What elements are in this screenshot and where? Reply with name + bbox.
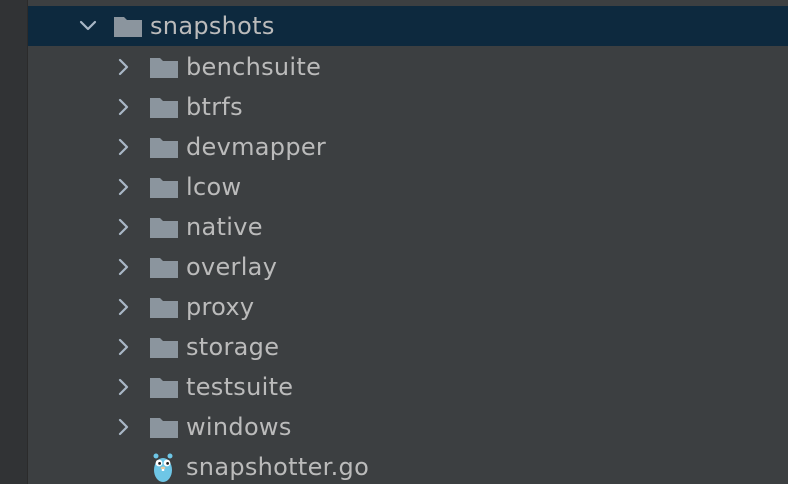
folder-icon (150, 218, 178, 238)
left-gutter (0, 0, 28, 484)
chevron-right-icon[interactable] (114, 417, 134, 437)
tree-item-label: benchsuite (186, 53, 322, 81)
tree-item-benchsuite[interactable]: benchsuite (28, 47, 788, 87)
tree-item-label: btrfs (186, 93, 243, 121)
chevron-right-icon[interactable] (114, 297, 134, 317)
chevron-right-icon[interactable] (114, 177, 134, 197)
tree-item-storage[interactable]: storage (28, 327, 788, 367)
tree-item-label: snapshots (150, 12, 275, 40)
chevron-right-icon[interactable] (114, 377, 134, 397)
chevron-right-icon[interactable] (114, 97, 134, 117)
chevron-right-icon[interactable] (114, 337, 134, 357)
tree-item-label: snapshotter.go (186, 453, 370, 481)
chevron-right-icon[interactable] (114, 217, 134, 237)
tree-item-proxy[interactable]: proxy (28, 287, 788, 327)
tree-item-btrfs[interactable]: btrfs (28, 87, 788, 127)
tree-item-testsuite[interactable]: testsuite (28, 367, 788, 407)
folder-icon (150, 178, 178, 198)
tree-item-label: proxy (186, 293, 255, 321)
chevron-down-icon[interactable] (78, 16, 98, 36)
folder-icon (150, 138, 178, 158)
tree-item-label: lcow (186, 173, 242, 201)
chevron-right-icon[interactable] (114, 57, 134, 77)
tree-item-overlay[interactable]: overlay (28, 247, 788, 287)
folder-icon (150, 98, 178, 118)
tree-item-label: devmapper (186, 133, 327, 161)
tree-item-label: storage (186, 333, 280, 361)
tree-item-lcow[interactable]: lcow (28, 167, 788, 207)
tree-item-native[interactable]: native (28, 207, 788, 247)
tree-item-label: testsuite (186, 373, 294, 401)
tree-item-label: native (186, 213, 263, 241)
go-gopher-icon (153, 453, 173, 482)
tree-item-label: windows (186, 413, 292, 441)
chevron-right-icon[interactable] (114, 257, 134, 277)
tree-item-snapshots[interactable]: snapshots (28, 6, 788, 46)
folder-icon (150, 298, 178, 318)
tree-item-snapshotter-go[interactable]: snapshotter.go (28, 447, 788, 484)
tree-item-windows[interactable]: windows (28, 407, 788, 447)
folder-icon (150, 378, 178, 398)
folder-icon (150, 258, 178, 278)
folder-icon (150, 338, 178, 358)
folder-icon (150, 418, 178, 438)
tree-item-devmapper[interactable]: devmapper (28, 127, 788, 167)
folder-icon (150, 58, 178, 78)
folder-icon (114, 17, 142, 37)
chevron-right-icon[interactable] (114, 137, 134, 157)
tree-item-label: overlay (186, 253, 278, 281)
project-tree[interactable]: snapshots benchsuite btrfs devmapper lco… (28, 0, 788, 484)
